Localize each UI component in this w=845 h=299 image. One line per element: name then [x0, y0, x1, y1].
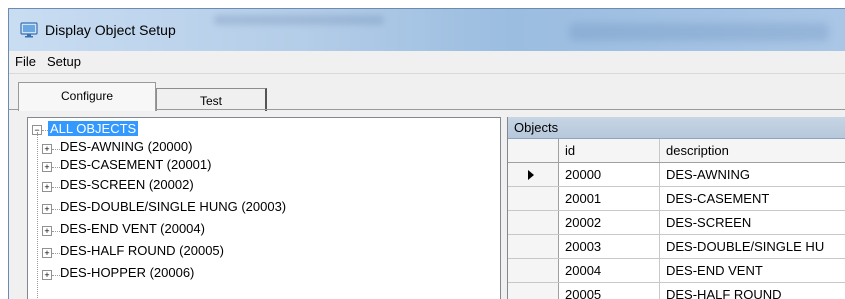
row-header[interactable]: [508, 211, 559, 234]
cell-description[interactable]: DES-AWNING: [660, 163, 845, 186]
table-row[interactable]: 20001 DES-CASEMENT: [508, 187, 845, 211]
cell-description[interactable]: DES-CASEMENT: [660, 187, 845, 210]
tree-root-label[interactable]: ALL OBJECTS: [48, 121, 139, 136]
row-header[interactable]: [508, 283, 559, 299]
row-header[interactable]: [508, 235, 559, 258]
expand-icon[interactable]: +: [42, 204, 52, 214]
table-row[interactable]: 20003 DES-DOUBLE/SINGLE HU: [508, 235, 845, 259]
title-bar[interactable]: Display Object Setup: [9, 9, 845, 51]
table-row[interactable]: 20005 DES-HALF ROUND: [508, 283, 845, 299]
row-header[interactable]: [508, 259, 559, 282]
tree-connector: [52, 275, 60, 276]
table-row[interactable]: 20004 DES-END VENT: [508, 259, 845, 283]
current-row-icon: [528, 170, 534, 180]
tree-connector: [52, 167, 60, 168]
expand-icon[interactable]: +: [42, 248, 52, 258]
expand-icon[interactable]: +: [42, 270, 52, 280]
object-tree[interactable]: − ALL OBJECTS + DES-AWNING (20000) + DES…: [27, 117, 501, 299]
grid-corner-header[interactable]: [508, 139, 559, 162]
row-header[interactable]: [508, 187, 559, 210]
tab-strip: Configure Test: [9, 74, 845, 111]
grid-caption: Objects: [508, 117, 845, 139]
cell-id[interactable]: 20000: [559, 163, 660, 186]
tree-node-label[interactable]: DES-CASEMENT (20001): [60, 157, 211, 172]
expand-icon[interactable]: +: [42, 226, 52, 236]
tree-connector: [52, 253, 60, 254]
tree-connector: [37, 132, 38, 299]
tree-connector: [52, 231, 60, 232]
cell-description[interactable]: DES-SCREEN: [660, 211, 845, 234]
menu-bar: File Setup: [9, 51, 845, 74]
cell-description[interactable]: DES-END VENT: [660, 259, 845, 282]
table-row[interactable]: 20002 DES-SCREEN: [508, 211, 845, 235]
tree-connector: [52, 209, 60, 210]
expand-icon[interactable]: +: [42, 162, 52, 172]
expand-icon[interactable]: +: [42, 144, 52, 154]
cell-id[interactable]: 20005: [559, 283, 660, 299]
monitor-icon: [20, 22, 38, 38]
expand-icon[interactable]: +: [42, 182, 52, 192]
title-bar-blur: [214, 15, 384, 25]
cell-description[interactable]: DES-HALF ROUND: [660, 283, 845, 299]
cell-id[interactable]: 20001: [559, 187, 660, 210]
tree-node-label[interactable]: DES-END VENT (20004): [60, 221, 205, 236]
menu-file[interactable]: File: [13, 54, 38, 69]
tree-node-label[interactable]: DES-AWNING (20000): [60, 139, 192, 154]
menu-setup[interactable]: Setup: [45, 54, 83, 69]
cell-description[interactable]: DES-DOUBLE/SINGLE HU: [660, 235, 845, 258]
tree-node-label[interactable]: DES-DOUBLE/SINGLE HUNG (20003): [60, 199, 286, 214]
cell-id[interactable]: 20002: [559, 211, 660, 234]
tree-node-label[interactable]: DES-SCREEN (20002): [60, 177, 194, 192]
objects-grid[interactable]: Objects id description 20000 DES-AWNING …: [507, 117, 845, 299]
app-window: Display Object Setup File Setup Configur…: [8, 8, 845, 299]
tree-node-label[interactable]: DES-HALF ROUND (20005): [60, 243, 224, 258]
row-header[interactable]: [508, 163, 559, 186]
tree-node-label[interactable]: DES-HOPPER (20006): [60, 265, 194, 280]
window-title: Display Object Setup: [45, 22, 176, 38]
tab-configure[interactable]: Configure: [18, 82, 156, 111]
tree-connector: [52, 149, 60, 150]
tab-test[interactable]: Test: [156, 88, 267, 111]
column-header-description[interactable]: description: [660, 139, 845, 162]
column-header-id[interactable]: id: [559, 139, 660, 162]
grid-header: id description: [508, 139, 845, 163]
cell-id[interactable]: 20003: [559, 235, 660, 258]
cell-id[interactable]: 20004: [559, 259, 660, 282]
title-bar-blur: [569, 23, 829, 41]
table-row[interactable]: 20000 DES-AWNING: [508, 163, 845, 187]
tree-connector: [52, 187, 60, 188]
